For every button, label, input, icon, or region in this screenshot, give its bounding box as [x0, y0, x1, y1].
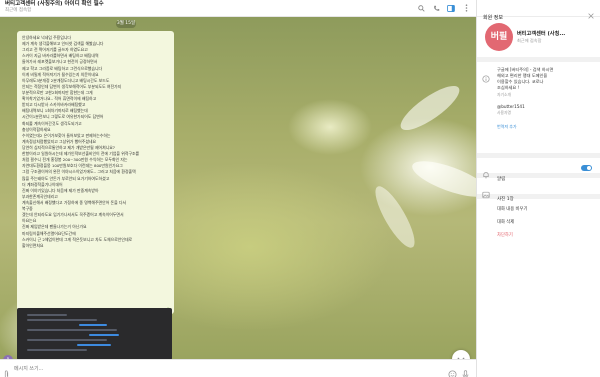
paperclip-icon[interactable]	[3, 364, 10, 377]
background-petal	[368, 181, 422, 253]
attachment-row	[27, 349, 87, 351]
screenshot-attachment[interactable]	[17, 308, 172, 359]
date-label: 3월 15일	[116, 20, 136, 28]
profile-status: 최근에 접속함	[517, 38, 542, 43]
panel-actions: 대화 내용 비우기 대화 삭제 차단하기	[477, 199, 600, 242]
user-info-panel: 회원 정보 버필 버티고객센터 (사칭... 최근에 접속함 구글에 [버티주의…	[476, 0, 600, 377]
info-icon	[482, 68, 490, 87]
message-line: 할아인면처요	[22, 242, 44, 248]
chat-status: 최근에 접속함	[5, 8, 32, 13]
profile-name: 버티고객센터 (사칭...	[517, 31, 566, 37]
attachment-row	[27, 329, 117, 331]
profile-section: 버필 버티고객센터 (사칭... 최근에 접속함	[477, 17, 600, 62]
header-actions	[417, 4, 470, 12]
show-more-link[interactable]: 번역져 추가	[497, 124, 594, 130]
info-section: 구글에 [버티주의] - 검색 하시면 해외고 편리한 팽대 도메인을 이용할수 있…	[477, 62, 600, 158]
message-text: 안녕하세요 넉네임 주용입니다 제가 계속 생각을해보고 인터넷 검색을 해봤습니…	[22, 35, 169, 249]
attachment-row	[89, 334, 119, 336]
chat-messages-area[interactable]: 3월 15일 안녕하세요 넉네임 주용입니다 제가 계속 생각을해보고 인터넷 검…	[0, 17, 476, 359]
notifications-row[interactable]: 알림	[477, 158, 600, 182]
block-user-button[interactable]: 차단하기	[497, 229, 594, 242]
microphone-icon[interactable]	[462, 364, 469, 377]
username-value[interactable]: @butter1541	[497, 104, 594, 109]
search-icon[interactable]	[417, 4, 425, 12]
bio-line: 조심하세요 !	[497, 85, 520, 90]
profile-avatar[interactable]: 버필	[485, 23, 513, 51]
sidebar-toggle-icon[interactable]	[447, 4, 455, 12]
username-label: 사용자명	[497, 110, 511, 115]
photo-icon	[482, 184, 490, 203]
telegram-window: 버티고객센터 (사칭주의) 아이디 확인 필수 최근에 접속함 3월 15일 안…	[0, 0, 600, 377]
bio-label: 자기소개	[497, 92, 511, 97]
chat-header: 버티고객센터 (사칭주의) 아이디 확인 필수 최근에 접속함	[0, 0, 476, 17]
delete-chat-button[interactable]: 대화 삭제	[497, 216, 594, 229]
background-petal	[408, 154, 476, 204]
scroll-down-button[interactable]	[452, 350, 470, 359]
attachment-row	[27, 319, 97, 321]
message-input[interactable]	[14, 363, 414, 375]
notifications-toggle[interactable]	[581, 165, 592, 171]
phone-icon[interactable]	[432, 4, 440, 12]
panel-header: 회원 정보	[477, 0, 600, 21]
attachment-row	[79, 324, 107, 326]
background-petal	[395, 78, 465, 138]
attachment-row	[77, 344, 111, 346]
attachment-row	[27, 314, 67, 316]
photos-label: 사진 1장	[497, 197, 514, 202]
attachment-row	[27, 339, 107, 341]
message-composer	[0, 359, 476, 377]
message-bubble[interactable]: 안녕하세요 넉네임 주용입니다 제가 계속 생각을해보고 인터넷 검색을 해봤습니…	[17, 31, 174, 314]
more-icon[interactable]	[462, 4, 470, 12]
clear-history-button[interactable]: 대화 내용 비우기	[497, 203, 594, 216]
photos-row[interactable]: 사진 1장	[477, 178, 600, 202]
bio-text: 구글에 [버티주의] - 검색 하시면 해외고 편리한 팽대 도메인을 이용할수 있…	[497, 67, 594, 91]
chat-title[interactable]: 버티고객센터 (사칭주의) 아이디 확인 필수	[5, 1, 471, 8]
emoji-icon[interactable]	[448, 364, 457, 377]
